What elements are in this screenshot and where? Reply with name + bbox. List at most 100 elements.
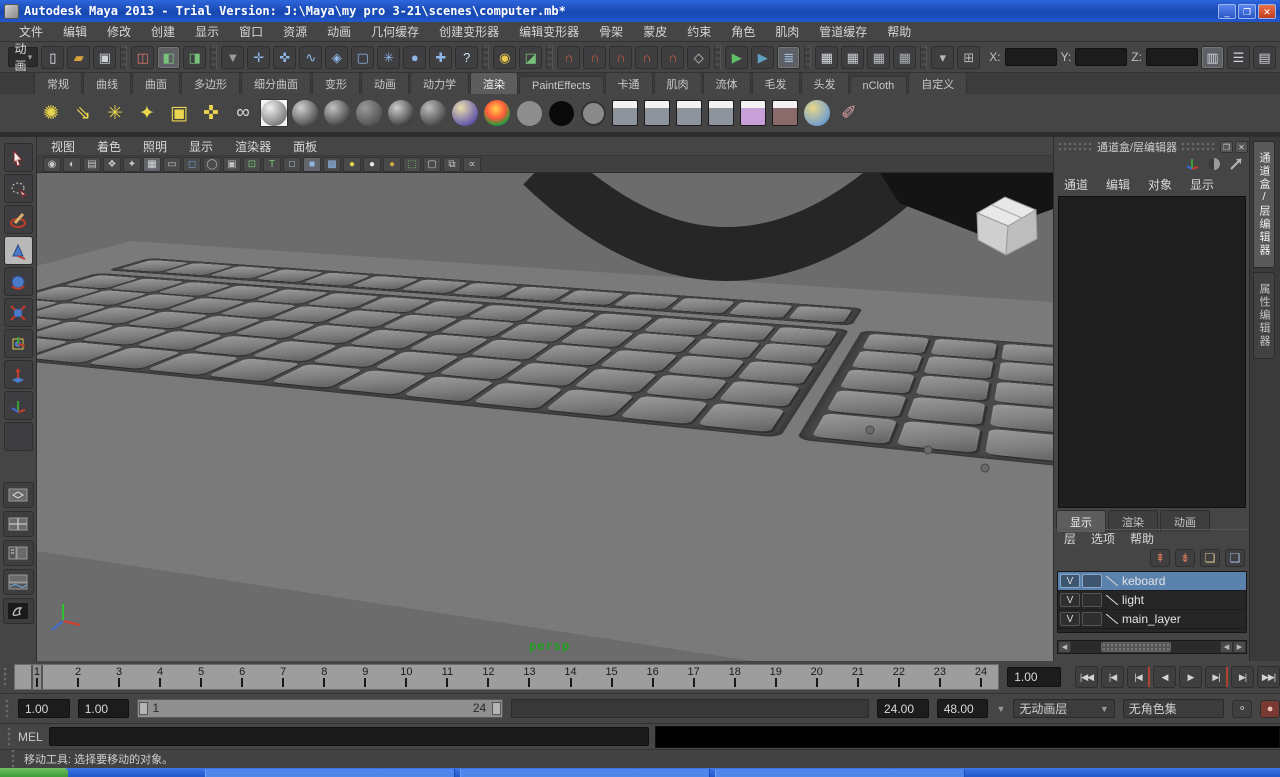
anim-end-field[interactable]: 48.00 <box>937 699 989 718</box>
playback-start-field[interactable]: 1.00 <box>18 699 70 718</box>
go-to-start-button[interactable]: |◀◀ <box>1075 666 1098 688</box>
panel-menu-5[interactable]: 渲染器 <box>235 138 271 155</box>
render-settings-icon[interactable]: ▦ <box>893 46 916 69</box>
select-misc-mask-icon[interactable]: ✚ <box>429 46 452 69</box>
select-hierarchy-mode-icon[interactable]: ◫ <box>131 46 154 69</box>
ipr-render-shelf-icon[interactable] <box>674 98 704 128</box>
scroll-left2-icon[interactable]: ◀ <box>1220 641 1233 653</box>
set-key-icon[interactable]: ⚬— <box>1232 700 1252 718</box>
shelf-tab-多边形[interactable]: 多边形 <box>181 72 240 94</box>
title-bar[interactable]: Autodesk Maya 2013 - Trial Version: J:\M… <box>0 0 1280 22</box>
range-end-handle[interactable] <box>492 702 501 715</box>
select-dynamics-mask-icon[interactable]: ✳ <box>377 46 400 69</box>
layer-visibility-toggle[interactable]: V <box>1060 612 1080 626</box>
show-tool-settings-icon[interactable]: ☰ <box>1227 46 1250 69</box>
z-field[interactable] <box>1146 48 1198 66</box>
move-tool[interactable] <box>4 236 33 265</box>
render-current-frame-shelf-icon[interactable] <box>642 98 672 128</box>
channel-manip-axis-icon[interactable] <box>1183 157 1201 174</box>
safe-action-icon[interactable]: ⊡ <box>243 157 261 172</box>
drag-handle[interactable] <box>1058 142 1093 152</box>
volume-light-icon[interactable]: ✜ <box>196 98 226 128</box>
help-mask-icon[interactable]: ? <box>455 46 478 69</box>
lasso-tool[interactable] <box>4 174 33 203</box>
share-icon[interactable]: ∝ <box>463 157 481 172</box>
windows-taskbar[interactable] <box>0 768 1280 777</box>
shelf-tab-动画[interactable]: 动画 <box>361 72 409 94</box>
shelf-tab-nCloth[interactable]: nCloth <box>850 76 908 94</box>
close-button[interactable]: ✕ <box>1258 4 1276 19</box>
phong-e-material-icon[interactable] <box>418 98 448 128</box>
construction-history-icon[interactable]: ≣ <box>777 46 800 69</box>
select-rendering-mask-icon[interactable]: ● <box>403 46 426 69</box>
paint-bucket-icon[interactable]: ✐ <box>834 98 864 128</box>
side-tab-channel-box[interactable]: 通道盒/层编辑器 <box>1253 141 1275 268</box>
auto-keyframe-icon[interactable]: ● <box>1260 700 1280 718</box>
move-layer-up-icon[interactable]: ⇞ <box>1150 549 1170 567</box>
select-tool[interactable] <box>4 143 33 172</box>
ipr-render-icon[interactable]: ▦ <box>867 46 890 69</box>
side-tab-attribute-editor[interactable]: 属性编辑器 <box>1253 272 1275 359</box>
snap-curve-icon[interactable]: ∩ <box>583 46 606 69</box>
show-channel-box-icon[interactable]: ▥ <box>1201 46 1224 69</box>
create-layer-from-selected-icon[interactable]: ❑ <box>1225 549 1245 567</box>
layer-scrollbar[interactable]: ◀ ◀ ▶ <box>1057 640 1247 654</box>
film-gate-icon[interactable]: ▭ <box>163 157 181 172</box>
step-back-frame-button[interactable]: |◀ <box>1101 666 1124 688</box>
soft-modification-tool[interactable] <box>4 360 33 389</box>
input-connection-icon[interactable]: ▶ <box>725 46 748 69</box>
move-layer-down-icon[interactable]: ⇟ <box>1175 549 1195 567</box>
selection-mask-flyout-icon[interactable]: ▼ <box>221 46 244 69</box>
scroll-thumb[interactable] <box>1101 642 1171 652</box>
maximize-button[interactable]: ❐ <box>1238 4 1256 19</box>
anim-start-field[interactable]: 1.00 <box>78 699 130 718</box>
blinn-material-icon[interactable] <box>322 98 352 128</box>
snap-point-icon[interactable]: ∩ <box>609 46 632 69</box>
character-set-dropdown[interactable]: 无角色集 <box>1123 699 1224 718</box>
shelf-tab-头发[interactable]: 头发 <box>801 72 849 94</box>
shelf-tab-肌肉[interactable]: 肌肉 <box>654 72 702 94</box>
select-deformations-mask-icon[interactable]: ▢ <box>351 46 374 69</box>
current-frame-field[interactable]: 1.00 <box>1007 667 1061 687</box>
exposure-icon[interactable]: ⧉ <box>443 157 461 172</box>
batch-render-shelf-icon[interactable] <box>738 98 768 128</box>
drag-handle[interactable] <box>1181 142 1216 152</box>
grid-icon[interactable]: ▦ <box>143 157 161 172</box>
group-separator[interactable] <box>546 45 553 69</box>
snap-grid-icon[interactable]: ∩ <box>557 46 580 69</box>
four-pane-layout[interactable] <box>3 511 34 537</box>
menu-item-8[interactable]: 动画 <box>318 21 360 42</box>
layer-menu-3[interactable]: 帮助 <box>1130 530 1154 547</box>
shading-map-icon[interactable] <box>578 98 608 128</box>
show-manipulator-tool[interactable] <box>4 391 33 420</box>
single-pane-layout[interactable] <box>3 482 34 508</box>
shelf-tab-细分曲面[interactable]: 细分曲面 <box>241 72 311 94</box>
select-surfaces-mask-icon[interactable]: ◈ <box>325 46 348 69</box>
group-separator[interactable] <box>210 45 217 69</box>
channel-mode-icon[interactable] <box>1227 157 1245 174</box>
create-render-node-icon[interactable] <box>260 99 288 127</box>
go-to-end-button[interactable]: ▶▶| <box>1257 666 1280 688</box>
range-start-handle[interactable] <box>139 702 148 715</box>
taskbar-item[interactable] <box>460 769 710 777</box>
group-separator[interactable] <box>804 45 811 69</box>
layer-menu-1[interactable]: 层 <box>1064 530 1076 547</box>
persp-graph-layout[interactable] <box>3 569 34 595</box>
y-field[interactable] <box>1075 48 1127 66</box>
shelf-tab-PaintEffects[interactable]: PaintEffects <box>519 76 604 94</box>
use-background-icon[interactable] <box>546 98 576 128</box>
keyboard-model[interactable] <box>37 241 1053 661</box>
layer-row[interactable]: Vkeboard <box>1058 572 1246 591</box>
range-grip[interactable] <box>4 698 10 720</box>
field-chart-icon[interactable]: ▣ <box>223 157 241 172</box>
select-object-mode-icon[interactable]: ◧ <box>157 46 180 69</box>
layer-row[interactable]: Vmain_layer <box>1058 610 1246 629</box>
new-scene-icon[interactable]: ▯ <box>41 46 64 69</box>
select-camera-icon[interactable]: ◉ <box>43 157 61 172</box>
isolate-select-icon[interactable]: ⬚ <box>403 157 421 172</box>
layer-visibility-toggle[interactable]: V <box>1060 593 1080 607</box>
layer-playback-toggle[interactable] <box>1082 593 1102 607</box>
menu-item-12[interactable]: 骨架 <box>590 21 632 42</box>
lock-camera-icon[interactable]: ◐ <box>63 157 81 172</box>
minimize-button[interactable]: _ <box>1218 4 1236 19</box>
